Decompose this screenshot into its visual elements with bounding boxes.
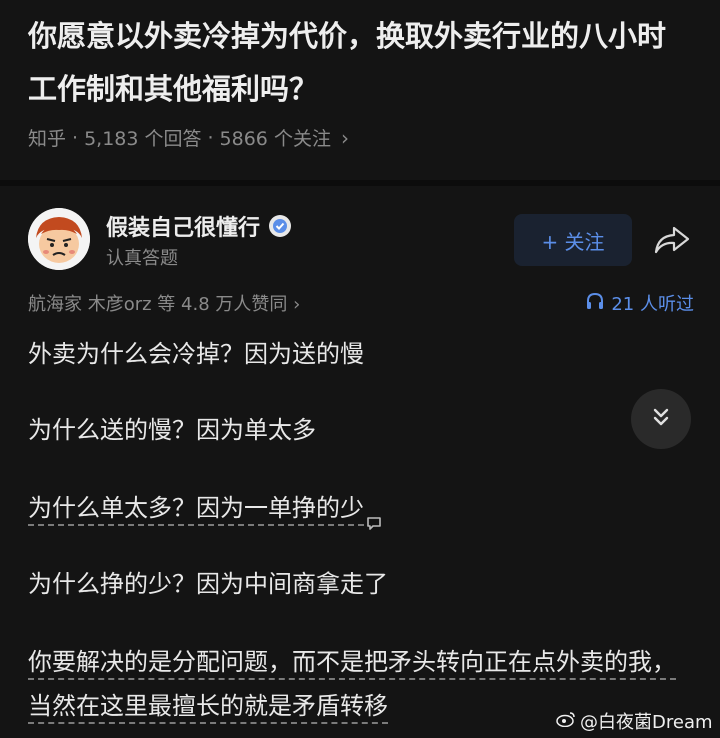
share-icon[interactable]: [652, 224, 692, 256]
likes-row: 航海家 木彦orz 等 4.8 万人赞同 › 21 人听过: [28, 290, 694, 316]
section-divider: [0, 180, 720, 186]
question-title[interactable]: 你愿意以外卖冷掉为代价，换取外卖行业的八小时工作制和其他福利吗？: [28, 10, 688, 116]
answer-paragraph: 为什么单太多？因为一单挣的少: [28, 488, 678, 530]
comment-bubble-icon[interactable]: [366, 502, 382, 530]
author-row: 假装自己很懂行 认真答题 + 关注: [28, 208, 698, 274]
author-subtitle: 认真答题: [106, 248, 178, 269]
author-name-block[interactable]: 假装自己很懂行: [106, 210, 292, 242]
double-chevron-down-icon: [650, 406, 672, 432]
question-header: 你愿意以外卖冷掉为代价，换取外卖行业的八小时工作制和其他福利吗？ 知乎 · 5,…: [28, 10, 688, 151]
follower-count: 5866 个关注: [219, 128, 331, 150]
source-label: 知乎: [28, 128, 67, 150]
avatar[interactable]: [28, 208, 90, 270]
expand-button[interactable]: [631, 389, 691, 449]
meta-separator: ·: [207, 126, 214, 149]
commented-text[interactable]: 为什么单太多？因为一单挣的少: [28, 494, 364, 526]
headphones-icon: [585, 292, 605, 315]
watermark: @白夜菌Dream: [556, 708, 713, 734]
watermark-text: @白夜菌Dream: [580, 712, 713, 733]
answer-paragraph: 为什么送的慢？因为单太多: [28, 416, 316, 444]
chevron-right-icon: ›: [340, 125, 349, 150]
follow-button[interactable]: + 关注: [514, 214, 632, 266]
meta-separator: ·: [72, 126, 79, 149]
listen-text: 21 人听过: [611, 294, 694, 315]
verified-badge-icon: [268, 214, 292, 238]
answer-paragraph: 外卖为什么会冷掉？因为送的慢: [28, 340, 364, 368]
answer-count: 5,183 个回答: [84, 128, 202, 150]
weibo-icon: [556, 711, 576, 732]
listen-count[interactable]: 21 人听过: [585, 290, 694, 316]
question-meta[interactable]: 知乎 · 5,183 个回答 · 5866 个关注 ›: [28, 124, 688, 151]
likes-text[interactable]: 航海家 木彦orz 等 4.8 万人赞同 ›: [28, 290, 300, 316]
answer-paragraph: 为什么挣的少？因为中间商拿走了: [28, 570, 388, 598]
author-name: 假装自己很懂行: [106, 216, 261, 241]
